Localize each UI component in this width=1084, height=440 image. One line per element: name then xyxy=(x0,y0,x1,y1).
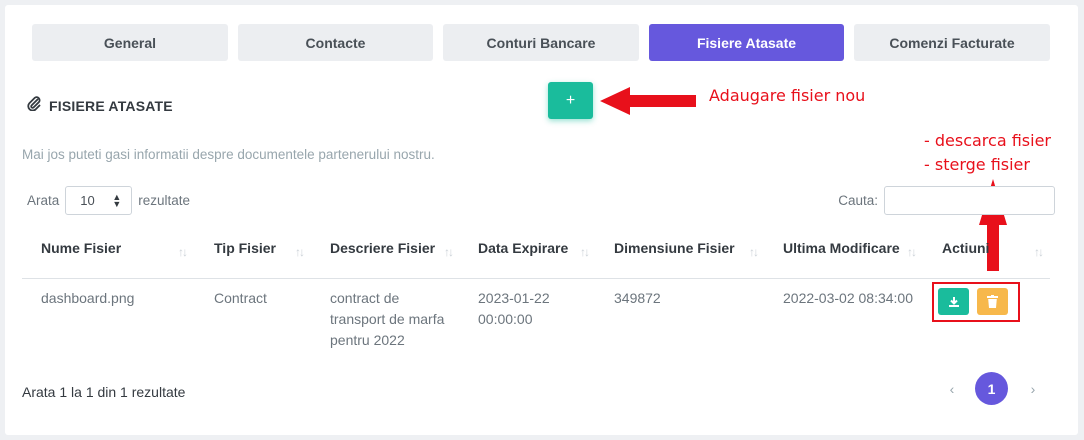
add-file-button[interactable]: + xyxy=(548,82,593,119)
search-label: Cauta: xyxy=(838,193,878,208)
cell-file-size: 349872 xyxy=(614,290,661,306)
column-header-description[interactable]: Descriere Fisier xyxy=(330,240,435,256)
sort-icon: ↑↓ xyxy=(580,245,590,259)
sort-icon: ↑↓ xyxy=(444,245,454,259)
annotation-download: - descarca fisier xyxy=(924,131,1051,150)
description-line: contract de xyxy=(330,290,400,306)
expiry-time: 00:00:00 xyxy=(478,311,533,327)
cell-file-type: Contract xyxy=(214,290,267,306)
expiry-date: 2023-01-22 xyxy=(478,290,550,306)
tab-conturi-bancare[interactable]: Conturi Bancare xyxy=(443,24,639,61)
annotation-delete: - sterge fisier xyxy=(924,155,1030,174)
cell-file-name: dashboard.png xyxy=(41,290,135,306)
next-page-button[interactable]: › xyxy=(1018,372,1048,405)
delete-button[interactable] xyxy=(977,288,1008,315)
tab-contacte[interactable]: Contacte xyxy=(238,24,433,61)
description-line: transport de marfa xyxy=(330,311,445,327)
column-header-modified[interactable]: Ultima Modificare xyxy=(783,240,900,256)
sort-icon: ↑↓ xyxy=(749,245,759,259)
column-header-name[interactable]: Nume Fisier xyxy=(41,240,121,256)
section-title: FISIERE ATASATE xyxy=(49,97,173,114)
search-input[interactable] xyxy=(884,186,1055,215)
description-line: pentru 2022 xyxy=(330,332,405,348)
download-button[interactable] xyxy=(938,288,969,315)
page-length-select[interactable]: 10 ▲ ▼ xyxy=(65,186,133,215)
cell-expiry: 2023-01-22 00:00:00 xyxy=(478,288,550,330)
table-header-divider xyxy=(22,278,1050,279)
sort-icon: ↑↓ xyxy=(295,245,305,259)
download-icon xyxy=(948,296,959,307)
sort-icon: ↑↓ xyxy=(1034,245,1044,259)
page-length-control: Arata 10 ▲ ▼ rezultate xyxy=(27,186,190,215)
length-suffix: rezultate xyxy=(138,193,191,208)
column-header-size[interactable]: Dimensiune Fisier xyxy=(614,240,735,256)
section-header: FISIERE ATASATE xyxy=(27,95,173,116)
cell-modified: 2022-03-02 08:34:00 xyxy=(783,290,913,306)
column-header-expiry[interactable]: Data Expirare xyxy=(478,240,568,256)
paperclip-icon xyxy=(27,95,41,116)
results-info: Arata 1 la 1 din 1 rezultate xyxy=(22,384,186,400)
trash-icon xyxy=(987,295,998,308)
column-header-type[interactable]: Tip Fisier xyxy=(214,240,276,256)
tab-fisiere-atasate[interactable]: Fisiere Atasate xyxy=(649,24,844,61)
cell-file-description: contract de transport de marfa pentru 20… xyxy=(330,288,444,351)
length-prefix: Arata xyxy=(27,193,60,208)
search-control: Cauta: xyxy=(838,186,1055,215)
prev-page-button[interactable]: ‹ xyxy=(937,372,967,405)
sort-updown-icon: ▲ ▼ xyxy=(112,191,122,209)
sort-icon: ↑↓ xyxy=(178,245,188,259)
section-description: Mai jos puteti gasi informatii despre do… xyxy=(22,147,435,162)
column-header-actions[interactable]: Actiuni xyxy=(942,240,989,256)
tab-comenzi-facturate[interactable]: Comenzi Facturate xyxy=(854,24,1050,61)
plus-icon: + xyxy=(565,91,576,109)
annotation-add-file: Adaugare fisier nou xyxy=(709,86,866,105)
annotation-arrow-left-icon xyxy=(600,87,696,115)
page-length-value: 10 xyxy=(80,193,95,208)
table-bottom xyxy=(22,357,1050,358)
page-1-button[interactable]: 1 xyxy=(975,372,1008,405)
tab-general[interactable]: General xyxy=(32,24,228,61)
sort-icon: ↑↓ xyxy=(907,245,917,259)
partner-files-card xyxy=(5,5,1078,435)
